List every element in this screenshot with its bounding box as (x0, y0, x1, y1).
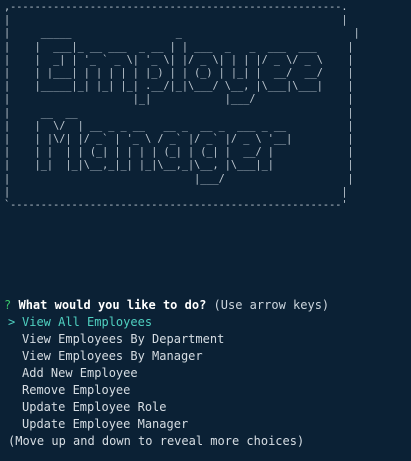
choice-item-view-all-employees[interactable]: > View All Employees (8, 314, 224, 331)
question-mark-icon: ? (4, 298, 12, 312)
choice-item-view-employees-by-department[interactable]: View Employees By Department (8, 331, 224, 348)
choice-item-view-employees-by-manager[interactable]: View Employees By Manager (8, 348, 224, 365)
terminal-window[interactable]: ,---------------------------------------… (0, 0, 411, 461)
choice-label: View Employees By Department (22, 332, 225, 346)
choice-label: Update Employee Manager (22, 417, 189, 431)
more-choices-hint: (Move up and down to reveal more choices… (8, 434, 305, 448)
pointer-icon: > (8, 315, 16, 329)
prompt-hint: (Use arrow keys) (213, 298, 330, 312)
choice-list: > View All Employees View Employees By De… (8, 314, 224, 433)
choice-label: View Employees By Manager (22, 349, 203, 363)
choice-label: View All Employees (22, 315, 153, 329)
prompt-line: ? What would you like to do? (Use arrow … (4, 297, 329, 314)
choice-label: Remove Employee (22, 383, 131, 397)
choice-label: Add New Employee (22, 366, 138, 380)
choice-item-remove-employee[interactable]: Remove Employee (8, 382, 224, 399)
ascii-banner-employee-manager: ,---------------------------------------… (4, 2, 360, 212)
choice-item-update-employee-manager[interactable]: Update Employee Manager (8, 416, 224, 433)
prompt-question: What would you like to do? (18, 298, 207, 312)
choice-item-add-new-employee[interactable]: Add New Employee (8, 365, 224, 382)
choice-label: Update Employee Role (22, 400, 167, 414)
choice-item-update-employee-role[interactable]: Update Employee Role (8, 399, 224, 416)
